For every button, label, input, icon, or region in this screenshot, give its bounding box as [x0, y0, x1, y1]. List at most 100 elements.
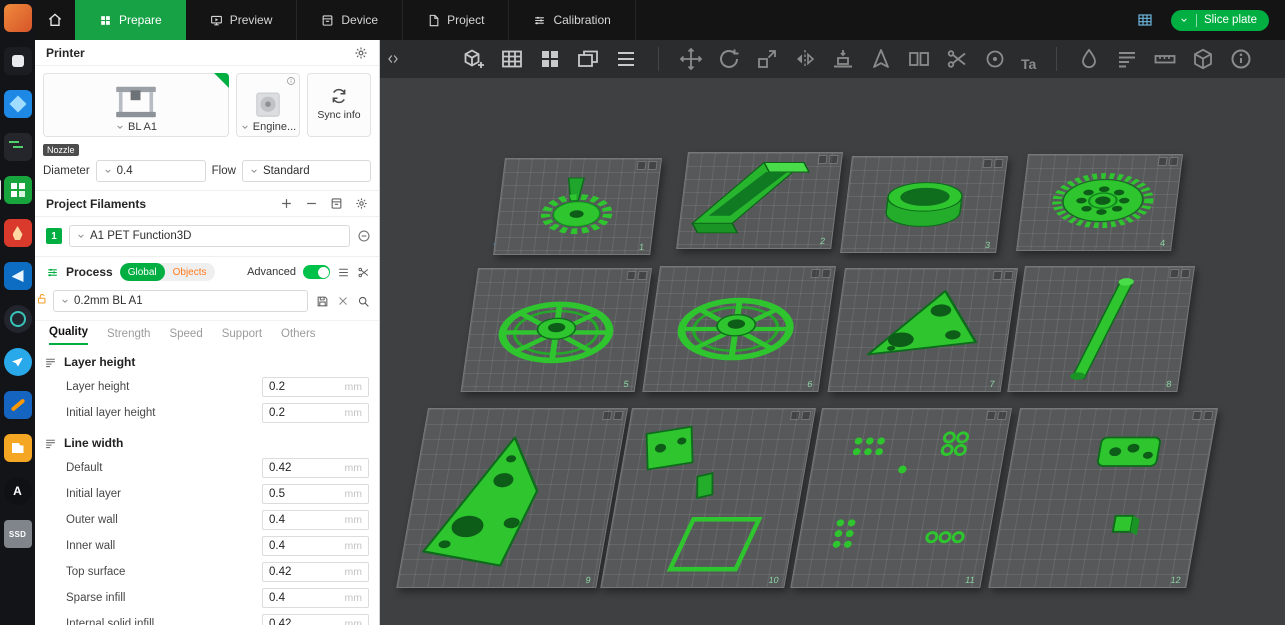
scale-icon[interactable]	[755, 47, 779, 71]
split-object-icon[interactable]	[907, 47, 931, 71]
model-gear-with-stand[interactable]	[494, 159, 661, 254]
build-plate-7[interactable]: 7	[827, 268, 1018, 392]
taskbar-app-icon-8[interactable]	[3, 305, 32, 333]
process-compare-icon[interactable]	[357, 266, 370, 279]
build-plate-10[interactable]: 10	[600, 408, 816, 588]
object-list-icon[interactable]	[614, 47, 638, 71]
process-list-view-icon[interactable]	[337, 266, 350, 279]
build-plate-4[interactable]: 4	[1016, 154, 1183, 251]
plate-settings-icons[interactable]	[992, 271, 1014, 280]
delete-preset-icon[interactable]	[337, 295, 349, 307]
rotate-icon[interactable]	[717, 47, 741, 71]
param-input[interactable]: 0.5 mm	[262, 484, 369, 504]
taskbar-app-icon-10[interactable]	[3, 391, 32, 419]
build-plate-2[interactable]: 2	[676, 152, 843, 249]
tab-prepare[interactable]: Prepare	[75, 0, 186, 40]
filament-slot-card[interactable]: Engine...	[236, 73, 300, 137]
taskbar-a-logo-icon[interactable]: A	[3, 477, 32, 505]
filament-select[interactable]: A1 PET Function3D	[69, 225, 350, 247]
filament-slot-select[interactable]: Engine...	[240, 121, 296, 133]
plate-info-icon[interactable]	[1229, 47, 1253, 71]
flow-select[interactable]: Standard	[241, 160, 371, 182]
scope-objects-option[interactable]: Objects	[165, 267, 215, 278]
seam-paint-icon[interactable]	[983, 47, 1007, 71]
advanced-toggle[interactable]	[303, 265, 330, 279]
plate-settings-icons[interactable]	[810, 269, 832, 278]
taskbar-terminal-icon[interactable]	[3, 133, 32, 161]
plate-settings-icons[interactable]	[817, 155, 839, 164]
build-plate-6[interactable]: 6	[642, 266, 836, 392]
model-spool-wheel[interactable]	[462, 269, 651, 391]
plate-settings-icons[interactable]	[601, 411, 624, 420]
plate-settings-icons[interactable]	[985, 411, 1008, 420]
model-triangle-bracket[interactable]	[829, 269, 1017, 391]
model-flat-plate-with-holes[interactable]	[397, 409, 626, 587]
taskbar-slicer-app-icon-active[interactable]	[0, 176, 32, 204]
param-input[interactable]: 0.4 mm	[262, 588, 369, 608]
tab-device[interactable]: Device	[297, 0, 404, 40]
plates-overview-icon[interactable]	[1137, 12, 1153, 28]
tab-speed[interactable]: Speed	[169, 328, 202, 345]
info-icon[interactable]	[286, 76, 296, 86]
save-preset-icon[interactable]	[316, 295, 329, 308]
mirror-icon[interactable]	[793, 47, 817, 71]
taskbar-telegram-icon[interactable]	[3, 348, 32, 376]
viewport-3d[interactable]: Ta 1 2 3 4 5 6 7 8 9 10 11 12	[380, 40, 1285, 625]
assembly-view-icon[interactable]	[1191, 47, 1215, 71]
taskbar-screenshot-app-icon[interactable]	[3, 4, 32, 32]
add-filament-icon[interactable]	[280, 197, 293, 210]
param-input[interactable]: 0.42 mm	[262, 562, 369, 582]
taskbar-app-icon-2[interactable]	[3, 47, 32, 75]
model-small-bracket-and-frame[interactable]	[601, 409, 814, 587]
filament-settings-gear-icon[interactable]	[355, 197, 368, 210]
taskbar-code-editor-icon[interactable]	[3, 262, 32, 290]
build-plate-9[interactable]: 9	[396, 408, 628, 588]
plate-settings-icons[interactable]	[1157, 157, 1179, 166]
plate-settings-icons[interactable]	[1191, 411, 1214, 420]
add-model-icon[interactable]	[462, 47, 486, 71]
taskbar-ssd-icon[interactable]: SSD	[3, 520, 32, 548]
param-input[interactable]: 0.42 mm	[262, 614, 369, 625]
scope-global-option[interactable]: Global	[119, 263, 165, 281]
auto-arrange-icon[interactable]	[538, 47, 562, 71]
model-channel-bracket[interactable]	[677, 153, 842, 248]
measure-icon[interactable]	[1153, 47, 1177, 71]
tab-others[interactable]: Others	[281, 328, 316, 345]
tab-support[interactable]: Support	[222, 328, 262, 345]
plate-settings-icons[interactable]	[626, 271, 648, 280]
plate-settings-icons[interactable]	[1169, 269, 1191, 278]
process-preset-select[interactable]: 0.2mm BL A1	[53, 290, 308, 312]
move-icon[interactable]	[679, 47, 703, 71]
slice-plate-button[interactable]: Slice plate	[1170, 9, 1269, 31]
nozzle-diameter-select[interactable]: 0.4	[95, 160, 206, 182]
build-plate-5[interactable]: 5	[460, 268, 652, 392]
model-large-gear[interactable]	[1017, 155, 1182, 250]
printer-settings-gear-icon[interactable]	[354, 46, 368, 60]
param-input[interactable]: 0.2 mm	[262, 377, 369, 397]
tab-preview[interactable]: Preview	[186, 0, 298, 40]
lock-icon[interactable]	[36, 293, 48, 305]
param-input[interactable]: 0.4 mm	[262, 536, 369, 556]
add-plate-icon[interactable]	[500, 47, 524, 71]
param-input[interactable]: 0.4 mm	[262, 510, 369, 530]
cut-icon[interactable]	[945, 47, 969, 71]
model-spool-wheel[interactable]	[643, 267, 834, 391]
model-small-plate-and-cube[interactable]	[989, 409, 1216, 587]
tab-quality[interactable]: Quality	[49, 326, 88, 345]
text-tool-icon[interactable]: Ta	[1021, 47, 1036, 71]
support-paint-icon[interactable]	[1077, 47, 1101, 71]
model-thin-rod[interactable]	[1008, 267, 1193, 391]
lay-on-face-icon[interactable]	[831, 47, 855, 71]
param-input[interactable]: 0.2 mm	[262, 403, 369, 423]
taskbar-3d-app-icon[interactable]	[3, 90, 32, 118]
tab-project[interactable]: Project	[403, 0, 510, 40]
printer-name-select[interactable]: BL A1	[115, 121, 157, 133]
split-plates-icon[interactable]	[576, 47, 600, 71]
tab-strength[interactable]: Strength	[107, 328, 150, 345]
build-plate-11[interactable]: 11	[790, 408, 1012, 588]
variable-layer-height-icon[interactable]	[1115, 47, 1139, 71]
auto-orient-icon[interactable]	[869, 47, 893, 71]
slice-dropdown-caret-icon[interactable]	[1179, 15, 1189, 25]
plate-settings-icons[interactable]	[982, 159, 1004, 168]
section-layer-height[interactable]: Layer height	[35, 345, 379, 374]
